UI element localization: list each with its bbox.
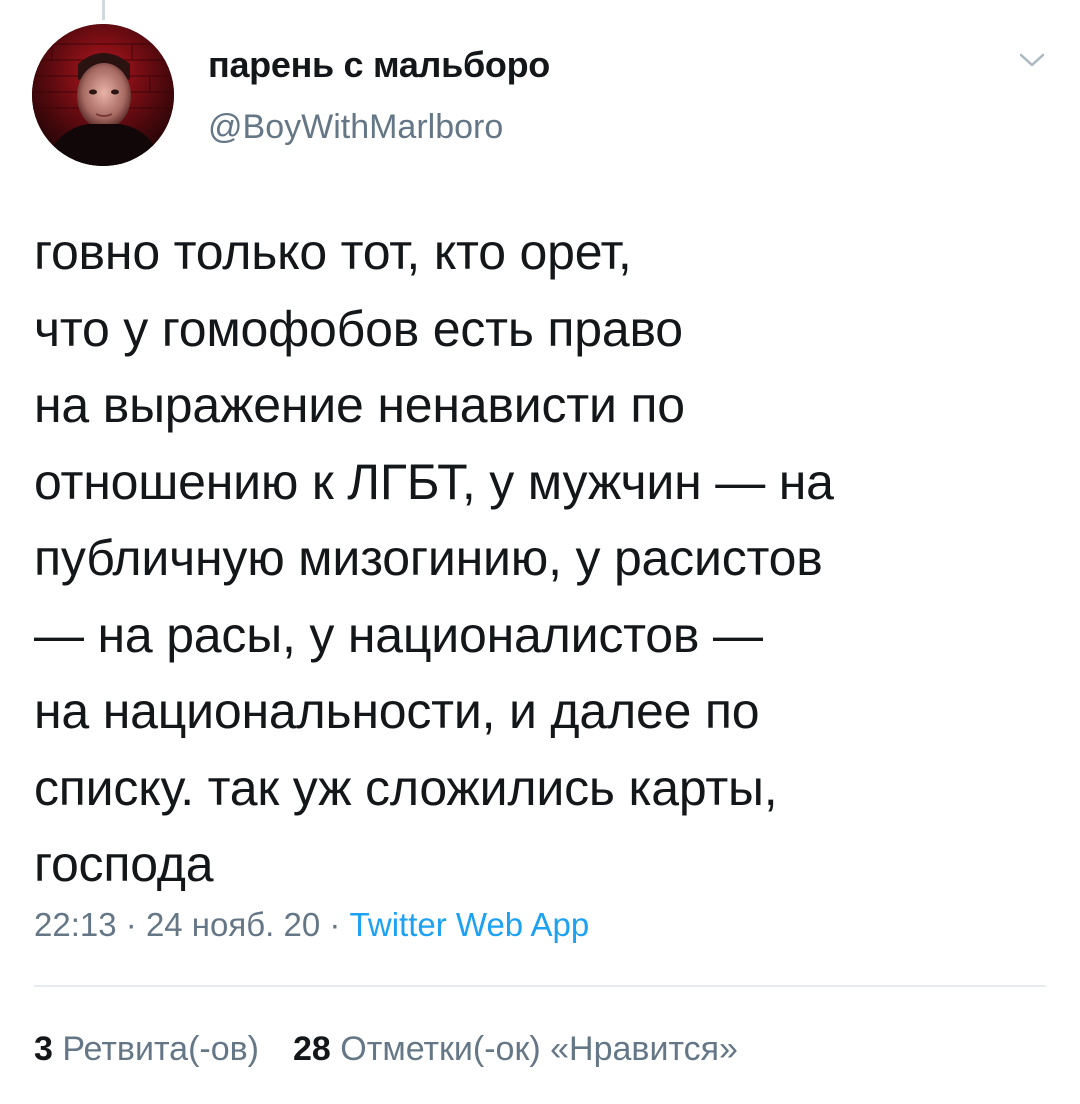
author-display-name[interactable]: парень с мальборо xyxy=(208,44,550,86)
likes-count: 28 xyxy=(293,1030,331,1068)
tweet-card: парень с мальборо @BoyWithMarlboro говно… xyxy=(0,0,1080,1104)
tweet-meta: 22:13 · 24 нояб. 20 · Twitter Web App xyxy=(34,906,589,944)
tweet-source-link[interactable]: Twitter Web App xyxy=(350,906,590,943)
tweet-text: говно только тот, кто орет, что у гомофо… xyxy=(34,224,834,892)
retweets-count: 3 xyxy=(34,1030,53,1068)
thread-connector-line xyxy=(102,0,105,20)
likes-stat[interactable]: 28 Отметки(-ок) «Нравится» xyxy=(293,1030,738,1068)
engagement-stats: 3 Ретвита(-ов) 28 Отметки(-ок) «Нравится» xyxy=(34,1030,738,1069)
avatar[interactable] xyxy=(32,24,174,166)
meta-separator: · xyxy=(329,906,341,943)
likes-label: Отметки(-ок) «Нравится» xyxy=(340,1030,738,1068)
retweets-label: Ретвита(-ов) xyxy=(62,1030,260,1068)
tweet-time[interactable]: 22:13 xyxy=(34,906,117,943)
divider xyxy=(34,985,1046,987)
tweet-date[interactable]: 24 нояб. 20 xyxy=(146,906,320,943)
author-handle[interactable]: @BoyWithMarlboro xyxy=(208,108,503,147)
retweets-stat[interactable]: 3 Ретвита(-ов) xyxy=(34,1030,259,1068)
chevron-down-icon[interactable] xyxy=(1018,50,1046,70)
meta-separator: · xyxy=(125,906,137,943)
